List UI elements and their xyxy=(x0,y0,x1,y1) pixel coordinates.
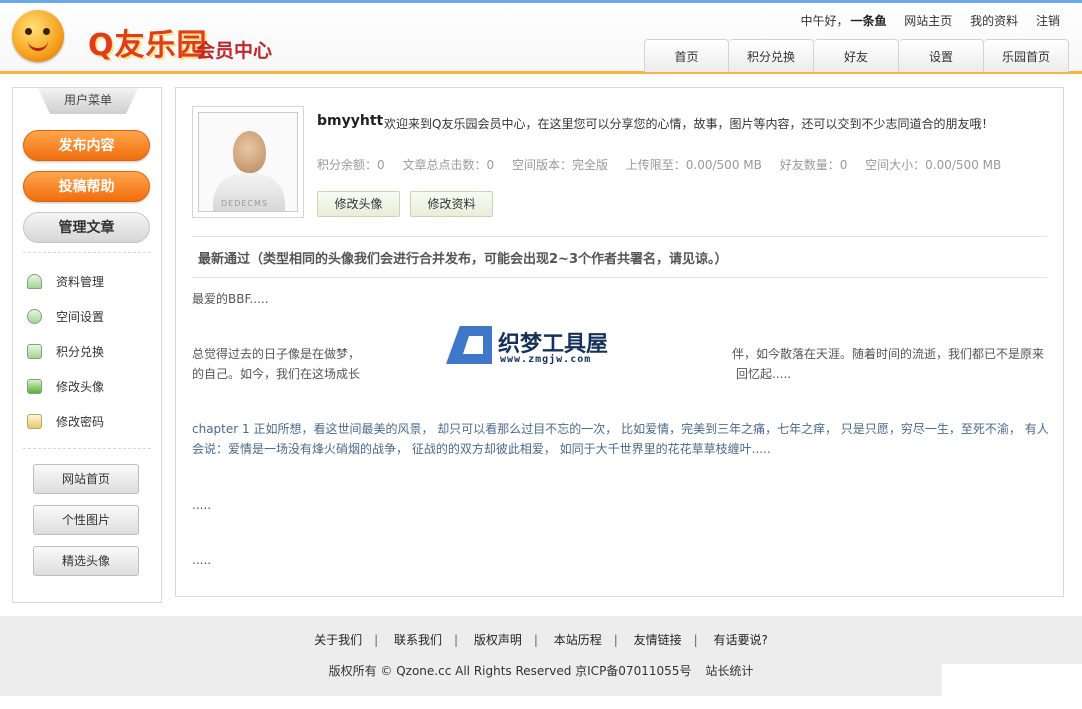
sidebar-title: 用户菜单 xyxy=(38,88,138,114)
sidebar-item-change-avatar[interactable]: 修改头像 xyxy=(27,377,151,397)
footer-link-feedback[interactable]: 有话要说? xyxy=(714,633,768,647)
sidebar-item-profile-management[interactable]: 资料管理 xyxy=(27,272,151,292)
top-links: 中午好， 一条鱼 网站主页 我的资料 注销 xyxy=(800,12,1060,29)
corner-blank xyxy=(942,664,1082,709)
site-logo[interactable]: Q友乐园 会员中心 xyxy=(12,8,292,64)
welcome-message: 欢迎来到Q友乐园会员中心，在这里您可以分享您的心情，故事，图片等内容，还可以交到… xyxy=(384,117,994,131)
avatar[interactable]: DEDECMS xyxy=(192,106,304,218)
list-item[interactable]: 最爱的BBF..... xyxy=(192,289,1052,309)
nav-tabs: 首页 积分兑换 好友 设置 乐园首页 xyxy=(644,39,1069,72)
document-icon xyxy=(27,344,42,359)
copyright: 版权所有 © Qzone.cc All Rights Reserved 京ICP… xyxy=(328,664,754,678)
link-site-home[interactable]: 网站主页 xyxy=(904,14,952,28)
main-panel: DEDECMS bmyyhtt 欢迎来到Q友乐园会员中心，在这里您可以分享您的心… xyxy=(175,87,1064,597)
tab-settings[interactable]: 设置 xyxy=(899,39,984,72)
profile-username: bmyyhtt xyxy=(317,113,384,129)
header: Q友乐园 会员中心 中午好， 一条鱼 网站主页 我的资料 注销 首页 积分兑换 好… xyxy=(0,0,1082,74)
greeting: 中午好， 一条鱼 xyxy=(800,14,887,28)
tab-friends[interactable]: 好友 xyxy=(814,39,899,72)
user-icon xyxy=(27,274,42,289)
site-stats-link[interactable]: 站长统计 xyxy=(705,664,753,678)
sidebar-item-points-exchange[interactable]: 积分兑换 xyxy=(27,342,151,362)
link-my-profile[interactable]: 我的资料 xyxy=(970,14,1018,28)
footer-link-friends[interactable]: 友情链接 xyxy=(634,633,682,647)
footer-link-about[interactable]: 关于我们 xyxy=(314,633,362,647)
link-logout[interactable]: 注销 xyxy=(1036,14,1060,28)
footer-link-contact[interactable]: 联系我们 xyxy=(394,633,442,647)
edit-avatar-button[interactable]: 修改头像 xyxy=(317,191,400,217)
tab-park-home[interactable]: 乐园首页 xyxy=(984,39,1069,72)
list-item[interactable]: ..... xyxy=(192,550,1052,570)
footer-links: 关于我们 | 联系我们 | 版权声明 | 本站历程 | 友情链接 | 有话要说? xyxy=(314,633,768,647)
user-menu-sidebar: 用户菜单 发布内容 投稿帮助 管理文章 资料管理 空间设置 积分兑换 修改头像 … xyxy=(12,87,162,603)
stat-upload-limit: 上传限至：0.00/500 MB xyxy=(625,158,762,172)
custom-images-button[interactable]: 个性图片 xyxy=(33,505,139,535)
footer-link-history[interactable]: 本站历程 xyxy=(554,633,602,647)
watermark-logo: 织梦工具屋 www.zmgjw.com xyxy=(446,326,626,370)
sidebar-item-change-password[interactable]: 修改密码 xyxy=(27,412,151,432)
image-icon xyxy=(27,379,42,394)
tab-home[interactable]: 首页 xyxy=(644,39,729,72)
divider xyxy=(23,448,151,449)
footer-link-copyright[interactable]: 版权声明 xyxy=(474,633,522,647)
stat-space-version: 空间版本：完全版 xyxy=(511,158,608,172)
featured-avatars-button[interactable]: 精选头像 xyxy=(33,546,139,576)
list-item[interactable]: chapter 1 正如所想，看这世间最美的风景， 却只可以看那么过目不忘的一次… xyxy=(192,419,1052,459)
current-username: 一条鱼 xyxy=(850,14,887,28)
mascot-icon xyxy=(12,10,64,62)
stat-space-size: 空间大小：0.00/500 MB xyxy=(865,158,1002,172)
manage-articles-button[interactable]: 管理文章 xyxy=(23,212,150,243)
divider xyxy=(192,236,1047,237)
watermark-url: www.zmgjw.com xyxy=(500,354,592,365)
avatar-head xyxy=(233,131,266,173)
divider xyxy=(192,277,1047,278)
footer: 关于我们 | 联系我们 | 版权声明 | 本站历程 | 友情链接 | 有话要说? 版权所有… xyxy=(0,616,1082,696)
list-item[interactable]: ..... xyxy=(192,495,1052,515)
edit-profile-button[interactable]: 修改资料 xyxy=(410,191,493,217)
tab-points-exchange[interactable]: 积分兑换 xyxy=(729,39,814,72)
account-stats: 积分余额：0 文章总点击数：0 空间版本：完全版 上传限至：0.00/500 M… xyxy=(317,156,1015,173)
site-home-button[interactable]: 网站首页 xyxy=(33,464,139,494)
globe-icon xyxy=(27,309,42,324)
divider xyxy=(23,252,151,253)
key-document-icon xyxy=(27,414,42,429)
submission-help-button[interactable]: 投稿帮助 xyxy=(23,171,150,202)
top-accent-line xyxy=(0,0,1082,3)
publish-content-button[interactable]: 发布内容 xyxy=(23,130,150,161)
section-title: 最新通过（类型相同的头像我们会进行合并发布，可能会出现2~3个作者共署名，请见谅… xyxy=(198,252,728,267)
stat-clicks: 文章总点击数：0 xyxy=(402,158,495,172)
stat-friends: 好友数量：0 xyxy=(779,158,848,172)
logo-subtitle: 会员中心 xyxy=(196,40,273,62)
avatar-caption: DEDECMS xyxy=(221,199,268,208)
default-avatar-image: DEDECMS xyxy=(198,112,298,212)
watermark-icon xyxy=(446,326,492,364)
logo-brand: Q友乐园 xyxy=(88,28,208,63)
sidebar-item-space-settings[interactable]: 空间设置 xyxy=(27,307,151,327)
stat-points: 积分余额：0 xyxy=(317,158,385,172)
